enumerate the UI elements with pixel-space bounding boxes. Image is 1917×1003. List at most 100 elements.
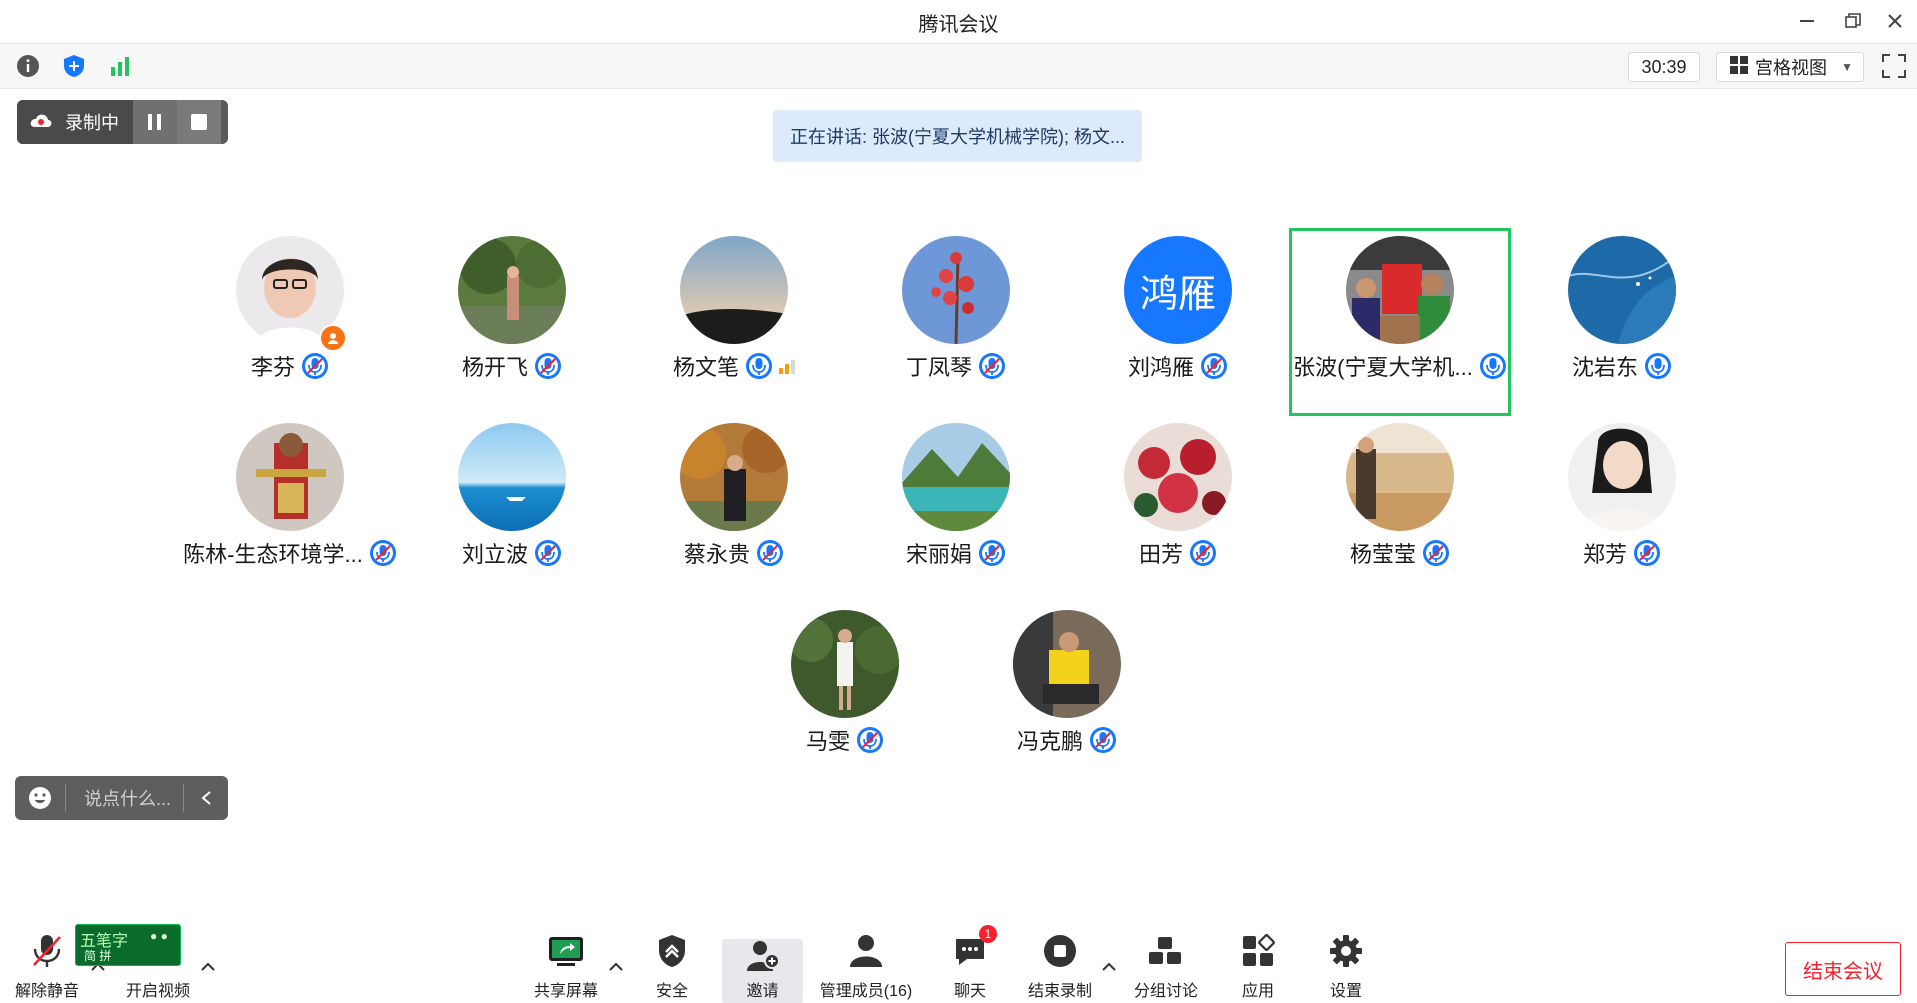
participant-name: 刘鸿雁: [1127, 355, 1194, 380]
unmute-button[interactable]: 解除静音: [10, 920, 84, 1003]
participant-tile[interactable]: 郑芳: [1511, 415, 1733, 603]
unmute-label: 解除静音: [14, 983, 79, 1000]
participant-avatar: [791, 610, 899, 718]
participant-avatar: [680, 423, 788, 531]
chat-placeholder[interactable]: 说点什么...: [66, 785, 183, 811]
participant-name: 杨开飞: [461, 355, 528, 380]
info-icon[interactable]: [14, 52, 42, 80]
pause-recording-button[interactable]: [133, 100, 177, 144]
restore-icon[interactable]: [1836, 6, 1870, 36]
chevron-up-icon[interactable]: [607, 958, 625, 976]
breakout-label: 分组讨论: [1133, 983, 1198, 1000]
participant-avatar: [902, 423, 1010, 531]
mic-muted-icon: [978, 539, 1006, 567]
apps-grid-icon: [1241, 929, 1275, 973]
participant-tile[interactable]: 丁凤琴: [845, 228, 1067, 416]
participant-tile[interactable]: 蔡永贵: [623, 415, 845, 603]
close-icon[interactable]: [1878, 6, 1912, 36]
apps-label: 应用: [1241, 983, 1274, 1000]
participant-tile[interactable]: 李芬: [179, 228, 401, 416]
security-button[interactable]: 安全: [640, 920, 704, 1003]
fullscreen-icon[interactable]: [1880, 52, 1908, 80]
participant-avatar: [680, 236, 788, 344]
mic-icon: [745, 352, 773, 380]
participant-tile[interactable]: 沈岩东: [1511, 228, 1733, 416]
chat-label: 聊天: [953, 983, 986, 1000]
participant-avatar: [902, 236, 1010, 344]
mic-muted-icon: [856, 726, 884, 754]
participant-name: 张波(宁夏大学机...: [1293, 355, 1473, 380]
apps-button[interactable]: 应用: [1228, 920, 1288, 1003]
mic-muted-icon: [756, 539, 784, 567]
pause-icon: [148, 114, 161, 130]
participant-tile[interactable]: 杨文笔: [623, 228, 845, 416]
participant-tile[interactable]: 刘立波: [401, 415, 623, 603]
participant-tile[interactable]: 杨开飞: [401, 228, 623, 416]
minimize-icon[interactable]: [1790, 6, 1824, 36]
settings-label: 设置: [1329, 983, 1362, 1000]
mic-muted-icon: [301, 352, 329, 380]
participant-name: 沈岩东: [1571, 355, 1638, 380]
participant-name: 杨文笔: [672, 355, 739, 380]
host-badge-icon: [319, 324, 347, 352]
chevron-down-icon: ▼: [1841, 60, 1853, 74]
participant-tile[interactable]: 鸿雁 刘鸿雁: [1067, 228, 1289, 416]
unread-count-badge: 1: [979, 925, 997, 943]
participant-name: 宋丽娟: [905, 542, 972, 567]
participant-tile[interactable]: 杨莹莹: [1289, 415, 1511, 603]
participant-avatar: [1124, 423, 1232, 531]
mic-icon: [1479, 352, 1507, 380]
invite-label: 邀请: [746, 983, 779, 1000]
chevron-left-icon[interactable]: [184, 790, 228, 806]
security-shield-icon[interactable]: [60, 52, 88, 80]
participant-name: 郑芳: [1582, 542, 1627, 567]
participant-tile[interactable]: 马雯: [734, 602, 956, 790]
mic-icon: [1644, 352, 1672, 380]
mic-muted-icon: [1089, 726, 1117, 754]
breakout-rooms-button[interactable]: 分组讨论: [1130, 920, 1202, 1003]
chevron-up-icon[interactable]: [199, 958, 217, 976]
participant-tile[interactable]: 宋丽娟: [845, 415, 1067, 603]
participant-avatar: [1013, 610, 1121, 718]
meeting-timer: 30:39: [1628, 52, 1700, 82]
participant-avatar: [236, 423, 344, 531]
chat-button[interactable]: 1 聊天: [944, 920, 997, 1003]
shield-icon: [657, 929, 687, 973]
view-mode-dropdown[interactable]: 宫格视图 ▼: [1716, 52, 1864, 82]
recording-label: 录制中: [65, 113, 119, 133]
audio-level-icon: [779, 358, 795, 374]
share-screen-label: 共享屏幕: [533, 983, 598, 1000]
share-screen-icon: [547, 929, 585, 973]
network-signal-icon[interactable]: [106, 52, 134, 80]
settings-button[interactable]: 设置: [1316, 920, 1376, 1003]
mic-muted-icon: [1189, 539, 1217, 567]
participant-tile-active-speaker[interactable]: 张波(宁夏大学机...: [1289, 228, 1511, 416]
emoji-icon[interactable]: [15, 786, 65, 810]
mic-muted-icon: [30, 929, 64, 973]
stop-record-icon: [1043, 929, 1077, 973]
end-recording-button[interactable]: 结束录制: [1022, 920, 1098, 1003]
chevron-up-icon[interactable]: [1100, 958, 1118, 976]
participant-avatar: [458, 423, 566, 531]
chat-quick-input[interactable]: 说点什么...: [15, 776, 228, 820]
participant-tile[interactable]: 冯克鹏: [956, 602, 1178, 790]
ime-dots-icon: ● ●: [150, 929, 168, 943]
share-screen-button[interactable]: 共享屏幕: [530, 920, 602, 1003]
mic-muted-icon: [1200, 352, 1228, 380]
stop-recording-button[interactable]: [177, 100, 221, 144]
avatar-initials: 鸿雁: [1139, 273, 1216, 316]
mic-muted-icon: [534, 539, 562, 567]
end-meeting-button[interactable]: 结束会议: [1785, 942, 1901, 996]
ime-sub-label: 简 拼: [84, 949, 112, 963]
end-recording-label: 结束录制: [1027, 983, 1092, 1000]
cloud-recording-status[interactable]: 录制中: [17, 100, 133, 144]
participant-tile[interactable]: 田芳: [1067, 415, 1289, 603]
ime-status-panel[interactable]: 五笔字 ● ● 简 拼: [75, 924, 181, 966]
participant-tile[interactable]: 陈林-生态环境学...: [179, 415, 401, 603]
invite-button[interactable]: 邀请: [722, 939, 803, 1003]
participant-avatar: [1568, 236, 1676, 344]
manage-members-button[interactable]: 管理成员(16): [816, 920, 916, 1003]
window-title: 腾讯会议: [918, 14, 999, 36]
participant-name: 丁凤琴: [905, 355, 972, 380]
breakout-icon: [1148, 929, 1184, 973]
